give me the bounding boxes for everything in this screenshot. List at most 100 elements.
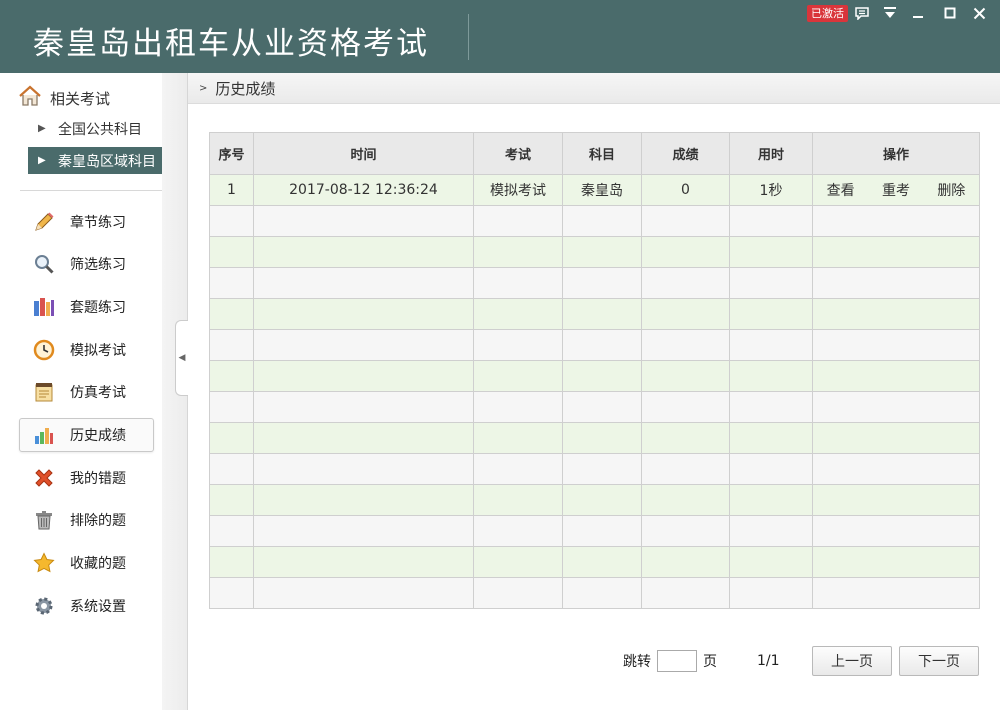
- next-page-button[interactable]: 下一页: [899, 646, 979, 676]
- retake-link[interactable]: 重考: [882, 180, 910, 200]
- activated-badge[interactable]: 已激活: [807, 5, 848, 22]
- cell-index: 1: [209, 174, 254, 206]
- table-header-row: 序号 时间 考试 科目 成绩 用时 操作: [209, 132, 980, 175]
- empty-table-row: [209, 360, 980, 392]
- breadcrumb-label: 历史成绩: [215, 79, 276, 98]
- collapse-sidebar-icon[interactable]: ◀: [175, 320, 188, 396]
- cell-exam: 模拟考试: [473, 174, 563, 206]
- empty-cell: [729, 515, 813, 547]
- empty-cell: [562, 205, 642, 237]
- empty-cell: [473, 546, 563, 578]
- empty-cell: [812, 484, 980, 516]
- empty-cell: [209, 515, 254, 547]
- delete-link[interactable]: 删除: [937, 180, 965, 200]
- empty-cell: [209, 546, 254, 578]
- sub-item-label: 秦皇岛区域科目: [58, 153, 156, 170]
- nav-filter-practice[interactable]: 筛选练习: [19, 247, 154, 281]
- prev-page-button[interactable]: 上一页: [812, 646, 892, 676]
- red-x-icon: [32, 466, 56, 490]
- minimize-icon[interactable]: [907, 3, 929, 23]
- col-header-duration: 用时: [729, 132, 813, 175]
- empty-cell: [729, 267, 813, 299]
- empty-cell: [253, 360, 474, 392]
- empty-cell: [562, 329, 642, 361]
- empty-cell: [641, 205, 730, 237]
- page-jump-input[interactable]: [657, 650, 697, 672]
- empty-cell: [641, 484, 730, 516]
- col-header-score: 成绩: [641, 132, 730, 175]
- history-table: 序号 时间 考试 科目 成绩 用时 操作 1 2017-08-12 12:36:…: [209, 132, 980, 609]
- empty-cell: [209, 360, 254, 392]
- empty-cell: [253, 391, 474, 423]
- empty-cell: [641, 453, 730, 485]
- empty-cell: [209, 329, 254, 361]
- empty-cell: [729, 422, 813, 454]
- nav-label: 套题练习: [70, 300, 126, 316]
- empty-cell: [473, 205, 563, 237]
- empty-cell: [473, 360, 563, 392]
- empty-table-row: [209, 391, 980, 423]
- empty-cell: [473, 298, 563, 330]
- col-header-exam: 考试: [473, 132, 563, 175]
- feedback-icon[interactable]: [851, 3, 873, 23]
- nav-favorite-questions[interactable]: 收藏的题: [19, 546, 154, 580]
- empty-cell: [729, 546, 813, 578]
- empty-cell: [253, 267, 474, 299]
- empty-cell: [729, 391, 813, 423]
- empty-cell: [562, 422, 642, 454]
- nav-chapter-practice[interactable]: 章节练习: [19, 205, 154, 239]
- nav-simulation-exam[interactable]: 仿真考试: [19, 375, 154, 409]
- empty-cell: [812, 267, 980, 299]
- empty-cell: [562, 577, 642, 609]
- breadcrumb: > 历史成绩: [188, 73, 1000, 104]
- empty-table-row: [209, 205, 980, 237]
- empty-cell: [729, 329, 813, 361]
- nav-label: 我的错题: [70, 471, 126, 487]
- cell-subject: 秦皇岛: [562, 174, 642, 206]
- empty-cell: [562, 267, 642, 299]
- nav-my-mistakes[interactable]: 我的错题: [19, 461, 154, 495]
- nav-set-practice[interactable]: 套题练习: [19, 290, 154, 324]
- related-exams-header[interactable]: 相关考试: [18, 85, 110, 111]
- empty-cell: [812, 329, 980, 361]
- empty-cell: [729, 484, 813, 516]
- empty-cell: [812, 391, 980, 423]
- page-info: 1/1: [757, 653, 780, 669]
- empty-cell: [473, 515, 563, 547]
- nav-excluded-questions[interactable]: 排除的题: [19, 503, 154, 537]
- magnifier-icon: [32, 252, 56, 276]
- empty-cell: [729, 205, 813, 237]
- page-jump: 跳转 页: [623, 646, 717, 676]
- sub-item-qinhuangdao[interactable]: ▶ 秦皇岛区域科目: [28, 147, 162, 174]
- sub-item-label: 全国公共科目: [58, 121, 142, 138]
- empty-table-row: [209, 484, 980, 516]
- nav-label: 筛选练习: [70, 257, 126, 273]
- empty-cell: [562, 453, 642, 485]
- menu-dropdown-icon[interactable]: [879, 3, 901, 23]
- empty-cell: [641, 422, 730, 454]
- empty-table-row: [209, 298, 980, 330]
- nav-history-scores[interactable]: 历史成绩: [19, 418, 154, 452]
- sub-item-national[interactable]: ▶ 全国公共科目: [28, 115, 162, 142]
- empty-cell: [473, 422, 563, 454]
- empty-cell: [562, 391, 642, 423]
- empty-cell: [641, 391, 730, 423]
- empty-cell: [812, 453, 980, 485]
- view-link[interactable]: 查看: [827, 180, 855, 200]
- close-icon[interactable]: [968, 3, 990, 23]
- table-row: 1 2017-08-12 12:36:24 模拟考试 秦皇岛 0 1秒 查看 重…: [209, 174, 980, 206]
- empty-cell: [812, 360, 980, 392]
- empty-cell: [641, 577, 730, 609]
- col-header-actions: 操作: [812, 132, 980, 175]
- nav-system-settings[interactable]: 系统设置: [19, 589, 154, 623]
- maximize-icon[interactable]: [939, 3, 961, 23]
- empty-cell: [209, 453, 254, 485]
- nav-label: 系统设置: [70, 599, 126, 615]
- page-unit-label: 页: [703, 654, 717, 670]
- empty-cell: [562, 515, 642, 547]
- empty-cell: [253, 453, 474, 485]
- nav-mock-exam[interactable]: 模拟考试: [19, 333, 154, 367]
- empty-cell: [812, 422, 980, 454]
- empty-cell: [562, 236, 642, 268]
- empty-cell: [253, 298, 474, 330]
